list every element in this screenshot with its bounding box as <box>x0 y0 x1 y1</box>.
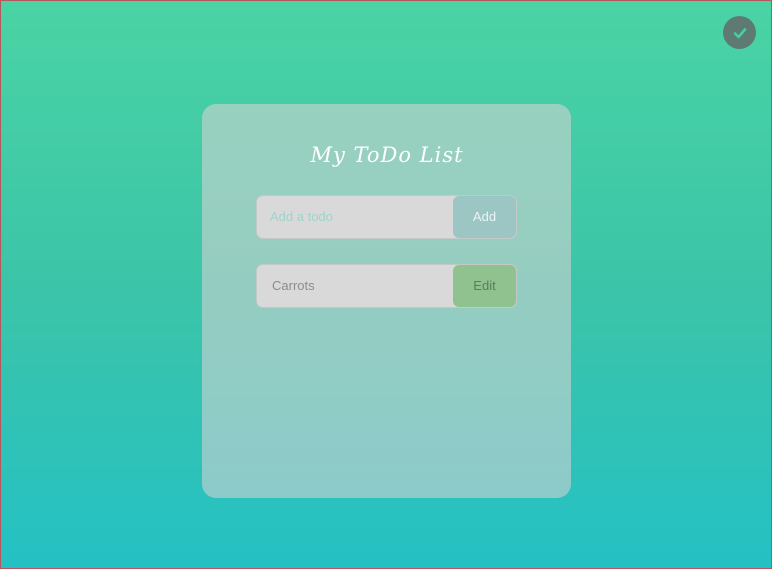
add-todo-input[interactable] <box>257 196 454 238</box>
edit-button[interactable]: Edit <box>453 265 516 307</box>
check-badge-button[interactable] <box>723 16 756 49</box>
check-icon <box>733 27 746 38</box>
page-title: My ToDo List <box>310 143 464 167</box>
add-todo-form: Add <box>256 195 517 239</box>
todo-item: Carrots Edit <box>256 264 517 308</box>
todo-item-text: Carrots <box>272 278 315 293</box>
add-button[interactable]: Add <box>453 196 516 238</box>
